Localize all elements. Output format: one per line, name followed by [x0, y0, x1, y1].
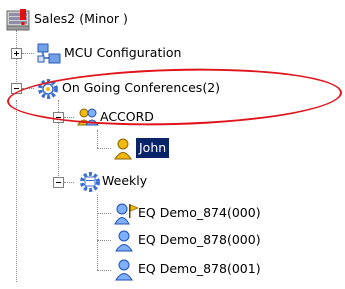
tree-item-eq-demo-874[interactable]: EQ Demo_874(000)	[114, 202, 314, 225]
collapse-toggle[interactable]	[53, 177, 64, 188]
highlight-callout-ellipse	[6, 64, 343, 130]
participant-icon	[112, 137, 134, 168]
tree-line	[97, 195, 98, 270]
expand-toggle[interactable]	[11, 48, 22, 59]
tree-item-label: John	[136, 138, 170, 158]
tree-root-label: Sales2 (Minor )	[34, 11, 128, 26]
tree-item-eq-demo-878-001[interactable]: EQ Demo_878(001)	[114, 258, 314, 281]
network-config-icon	[36, 42, 62, 73]
tree-line	[97, 148, 111, 149]
tree-line	[22, 53, 34, 54]
tree-line	[16, 100, 17, 282]
tree-line	[97, 270, 111, 271]
tree-item-eq-demo-878-000[interactable]: EQ Demo_878(000)	[114, 229, 314, 252]
tree-item-label: EQ Demo_878(000)	[138, 232, 261, 247]
conference-schedule-icon	[78, 170, 102, 201]
tree-line	[64, 182, 74, 183]
tree-item-label: Weekly	[102, 173, 148, 188]
tree-line	[97, 240, 111, 241]
tree-item-john[interactable]: John	[112, 137, 232, 160]
tree-item-weekly[interactable]: Weekly	[78, 170, 238, 192]
tree-line	[97, 213, 111, 214]
conference-tree: Sales2 (Minor ) MCU Configuration On Goi…	[0, 0, 345, 282]
participant-icon	[114, 229, 136, 260]
tree-line	[16, 30, 17, 90]
tree-item-label: EQ Demo_874(000)	[138, 205, 261, 220]
tree-item-label: EQ Demo_878(001)	[138, 261, 261, 276]
tree-item-mcu-configuration[interactable]: MCU Configuration	[36, 42, 256, 64]
participant-icon	[114, 258, 136, 289]
server-warning-icon	[6, 8, 32, 39]
tree-item-label: MCU Configuration	[64, 45, 182, 60]
tree-root-node[interactable]: Sales2 (Minor )	[6, 8, 206, 31]
